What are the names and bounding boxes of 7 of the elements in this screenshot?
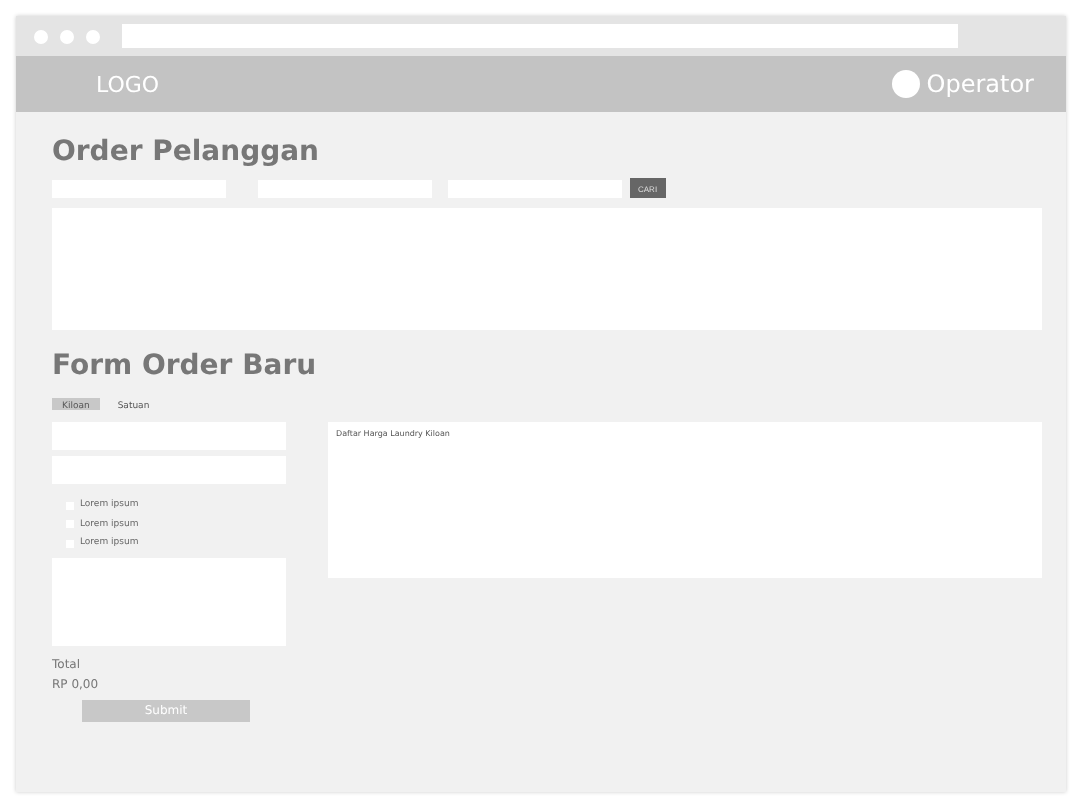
section-title: Order Pelanggan <box>52 136 322 168</box>
window-dot-icon[interactable] <box>86 29 100 43</box>
address-bar[interactable] <box>122 24 958 48</box>
window-dot-icon[interactable] <box>34 29 48 43</box>
window-dot-icon[interactable] <box>60 29 74 43</box>
section-title: Form Order Baru <box>52 350 319 382</box>
avatar-icon <box>892 70 921 98</box>
